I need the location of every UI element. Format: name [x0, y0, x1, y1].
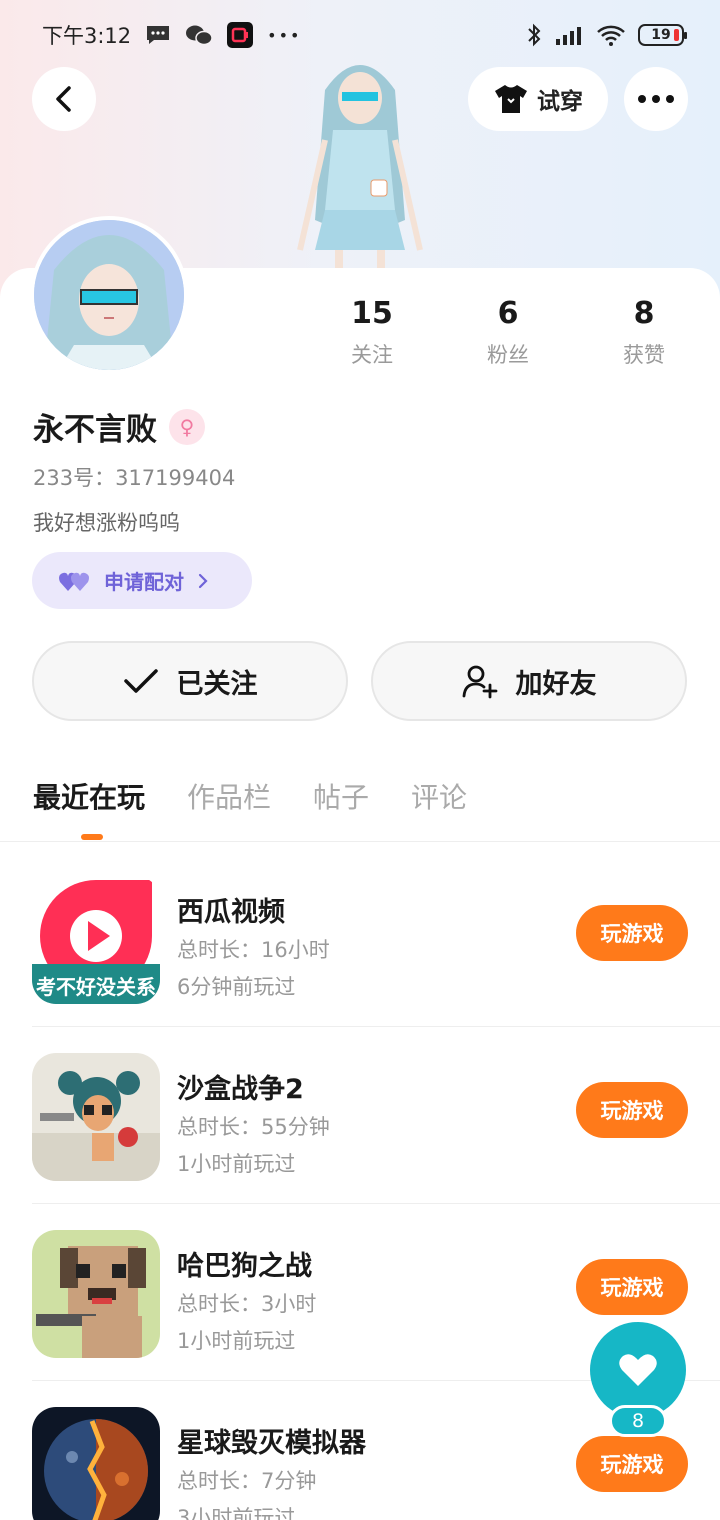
- avatar-image: [34, 220, 184, 370]
- stat-followers[interactable]: 6 粉丝: [440, 296, 576, 369]
- game-name: 星球毁灭模拟器: [177, 1428, 366, 1459]
- play-game-button[interactable]: 玩游戏: [576, 1436, 688, 1492]
- game-duration: 总时长：16小时: [177, 938, 330, 962]
- like-count-badge: 8: [609, 1405, 667, 1437]
- stat-likes[interactable]: 8 获赞: [576, 296, 712, 369]
- game-icon: [32, 1053, 160, 1181]
- tab-works[interactable]: 作品栏: [187, 776, 271, 816]
- game-icon: [32, 1407, 160, 1520]
- character-avatar-3d: [297, 65, 423, 268]
- more-options-button[interactable]: [624, 67, 688, 131]
- avatar[interactable]: [30, 216, 188, 374]
- try-on-button[interactable]: 试穿: [468, 67, 608, 131]
- stat-label: 关注: [351, 343, 393, 367]
- game-name: 哈巴狗之战: [177, 1251, 312, 1282]
- chevron-left-icon: [56, 86, 71, 112]
- play-game-button[interactable]: 玩游戏: [576, 1082, 688, 1138]
- add-user-icon: [462, 665, 497, 699]
- tab-comments[interactable]: 评论: [411, 776, 467, 816]
- play-game-button[interactable]: 玩游戏: [576, 1259, 688, 1315]
- play-game-button[interactable]: 玩游戏: [576, 905, 688, 961]
- hearts-icon: [59, 572, 89, 591]
- stat-value: 8: [633, 296, 655, 331]
- more-notifications-icon: •••: [267, 25, 302, 45]
- tab-posts[interactable]: 帖子: [313, 776, 369, 816]
- tshirt-icon: [495, 85, 527, 113]
- game-last-played: 1小时前玩过: [177, 1152, 296, 1176]
- profile-stats: 15 关注 6 粉丝 8 获赞: [304, 296, 712, 369]
- female-gender-icon: ♀: [169, 408, 205, 445]
- more-dots-icon: [638, 95, 674, 103]
- stat-label: 粉丝: [487, 343, 529, 367]
- app-notification-icon: [227, 22, 254, 48]
- game-icon: [32, 1230, 160, 1358]
- game-last-played: 1小时前玩过: [177, 1329, 296, 1353]
- chevron-right-icon: [198, 573, 208, 588]
- user-id: 233号：317199404: [33, 466, 236, 490]
- stat-following[interactable]: 15 关注: [304, 296, 440, 369]
- stat-value: 15: [351, 296, 393, 331]
- wechat-icon: [185, 24, 213, 46]
- request-pair-label: 申请配对: [104, 570, 184, 594]
- add-friend-button[interactable]: 加好友: [371, 641, 687, 721]
- add-friend-label: 加好友: [515, 668, 597, 700]
- game-last-played: 3小时前玩过: [177, 1506, 296, 1520]
- heart-icon: [619, 1354, 657, 1386]
- signal-icon: [554, 23, 584, 47]
- stat-value: 6: [497, 296, 519, 331]
- back-button[interactable]: [32, 67, 96, 131]
- status-time: 下午3:12: [42, 24, 132, 48]
- game-duration: 总时长：7分钟: [177, 1469, 317, 1493]
- game-last-played: 6分钟前玩过: [177, 975, 296, 999]
- list-item[interactable]: 考不好没关系 西瓜视频 总时长：16小时 6分钟前玩过 玩游戏: [0, 850, 720, 1027]
- game-name: 沙盒战争2: [177, 1074, 304, 1105]
- username: 永不言败: [33, 412, 157, 448]
- like-button[interactable]: [590, 1322, 686, 1418]
- username-row: 永不言败 ♀: [33, 404, 205, 449]
- user-bio: 我好想涨粉呜呜: [33, 511, 180, 535]
- stat-label: 获赞: [623, 343, 665, 367]
- profile-tabs: 最近在玩 作品栏 帖子 评论: [33, 776, 467, 816]
- followed-button[interactable]: 已关注: [32, 641, 348, 721]
- followed-label: 已关注: [176, 668, 258, 700]
- game-duration: 总时长：55分钟: [177, 1115, 330, 1139]
- active-tab-indicator: [81, 834, 103, 840]
- request-pair-button[interactable]: 申请配对: [32, 552, 252, 609]
- message-icon: [145, 24, 171, 46]
- battery-indicator: 19: [638, 24, 687, 46]
- game-name: 西瓜视频: [177, 897, 285, 928]
- list-item[interactable]: 沙盒战争2 总时长：55分钟 1小时前玩过 玩游戏: [0, 1027, 720, 1204]
- tabs-divider: [0, 841, 720, 842]
- try-on-label: 试穿: [537, 89, 583, 115]
- tab-recently-played[interactable]: 最近在玩: [33, 776, 145, 816]
- wifi-icon: [596, 23, 626, 47]
- game-icon: 考不好没关系: [32, 876, 160, 1004]
- checkmark-icon: [123, 669, 158, 693]
- game-duration: 总时长：3小时: [177, 1292, 317, 1316]
- bluetooth-icon: [526, 23, 542, 47]
- game-icon-caption: 考不好没关系: [36, 975, 156, 999]
